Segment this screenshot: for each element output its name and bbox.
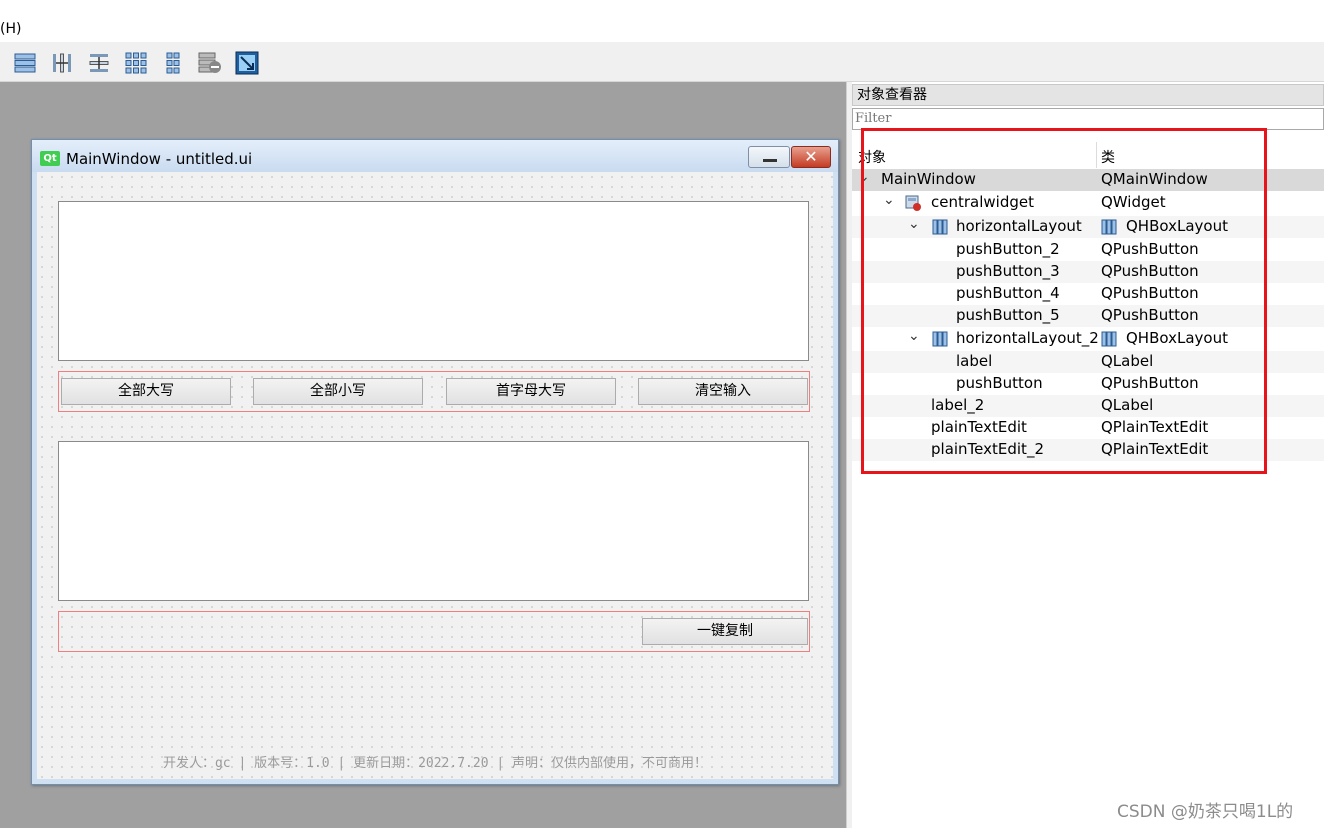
splitter-vertical-icon[interactable] [86,50,112,76]
central-widget: 全部大写 全部小写 首字母大写 清空输入 一键复制 开发人：gc | 版本号：1… [37,172,833,779]
break-layout-icon[interactable] [197,50,223,76]
form-title: MainWindow - untitled.ui [66,150,253,168]
minimize-button[interactable] [748,146,790,168]
menu-help[interactable]: (H) [0,21,21,37]
filter-input[interactable]: Filter [852,108,1324,130]
plain-text-edit-2[interactable] [58,441,809,601]
highlight-annotation-box [861,128,1267,474]
horizontal-layout: 全部大写 全部小写 首字母大写 清空输入 [58,371,810,412]
lowercase-all-button[interactable]: 全部小写 [253,378,423,405]
splitter-horizontal-icon[interactable] [49,50,75,76]
menu-bar: (H) [0,0,1324,42]
copy-all-button[interactable]: 一键复制 [642,618,808,645]
inspector-title: 对象查看器 [852,84,1324,106]
form-window[interactable]: Qt MainWindow - untitled.ui ✕ 全部大写 全部小写 … [31,139,839,785]
form-titlebar[interactable]: Qt MainWindow - untitled.ui ✕ [32,140,838,172]
plain-text-edit[interactable] [58,201,809,361]
layout-toolbar [0,42,1324,82]
adjust-size-icon[interactable] [234,50,260,76]
uppercase-all-button[interactable]: 全部大写 [61,378,231,405]
grid-layout-icon[interactable] [123,50,149,76]
horizontal-layout-2: 一键复制 [58,611,810,652]
capitalize-button[interactable]: 首字母大写 [446,378,616,405]
footer-label: 开发人：gc | 版本号：1.0 | 更新日期：2022.7.20 | 声明：仅… [162,756,707,771]
close-button[interactable]: ✕ [791,146,831,168]
form-layout-icon[interactable] [160,50,186,76]
layout-vertical-icon[interactable] [12,50,38,76]
qt-logo-icon: Qt [40,151,60,166]
clear-input-button[interactable]: 清空输入 [638,378,808,405]
watermark: CSDN @奶茶只喝1L的 [1117,802,1294,822]
